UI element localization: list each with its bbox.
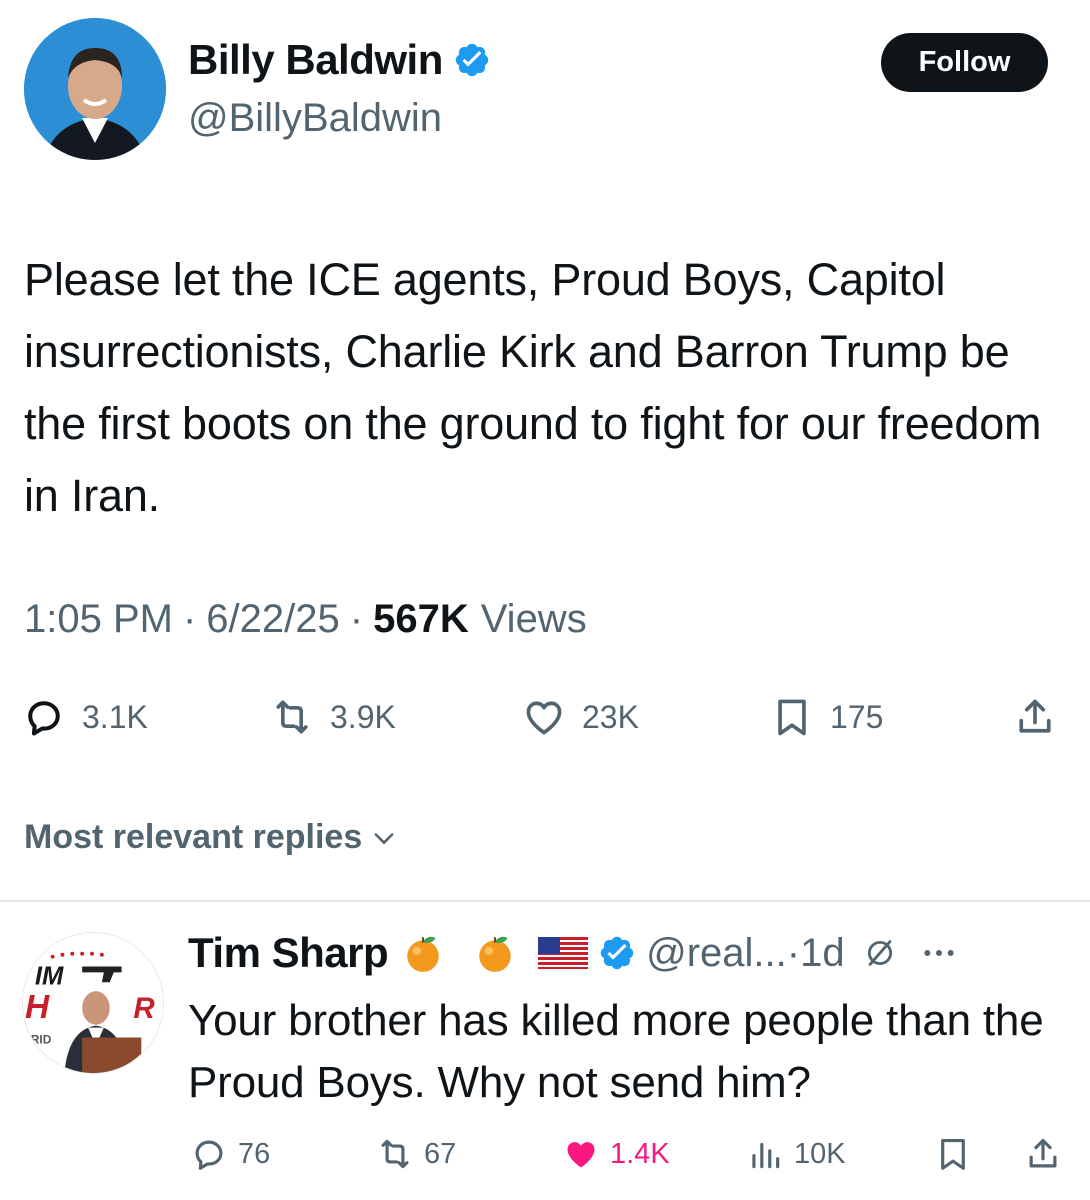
bookmark-icon — [778, 699, 806, 736]
views-label: Views — [480, 597, 587, 641]
tweet-text: Please let the ICE agents, Proud Boys, C… — [24, 254, 1042, 521]
bookmark-button[interactable]: 175 — [770, 695, 883, 739]
reply-author-avatar[interactable]: IM H R RID — [22, 932, 164, 1074]
meta-separator: · — [349, 597, 364, 641]
reply-icon — [195, 1140, 223, 1170]
reply-display-name[interactable]: Tim Sharp — [188, 929, 389, 977]
reply-like-count: 1.4K — [610, 1137, 670, 1170]
like-count: 23K — [582, 698, 639, 735]
author-display-name[interactable]: Billy Baldwin — [188, 36, 443, 84]
svg-text:H: H — [25, 989, 50, 1026]
replies-sort-toggle[interactable]: Most relevant replies — [24, 818, 398, 857]
reply-reply-count: 76 — [238, 1137, 271, 1170]
author-name-row: Billy Baldwin — [188, 36, 491, 84]
tweet-time[interactable]: 1:05 PM — [24, 597, 173, 642]
reply-time[interactable]: 1d — [800, 931, 845, 976]
heart-icon — [526, 701, 562, 735]
tweet-action-bar: 3.1K 3.9K 23K 175 — [0, 695, 1090, 747]
verified-badge-icon — [453, 41, 491, 79]
like-button[interactable]: 23K — [522, 695, 639, 739]
reply-repost-count: 67 — [424, 1137, 457, 1170]
section-divider — [0, 900, 1090, 902]
more-options-icon[interactable] — [919, 933, 959, 973]
reply-share-button[interactable] — [1024, 1135, 1062, 1173]
tangerine-emoji-icon — [407, 936, 439, 972]
reply-header: Tim Sharp @real... · 1d — [188, 925, 959, 981]
tweet-date[interactable]: 6/22/25 — [206, 597, 339, 642]
reply-views-count: 10K — [794, 1137, 846, 1170]
svg-text:IM: IM — [35, 962, 64, 990]
svg-text:RID: RID — [31, 1032, 52, 1046]
repost-count: 3.9K — [330, 698, 396, 735]
tweet-meta: 1:05 PM · 6/22/25 · 567K Views — [24, 597, 587, 642]
replies-sort-label: Most relevant replies — [24, 818, 363, 856]
tangerine-emoji-icon — [479, 936, 511, 972]
reply-time-separator: · — [786, 930, 801, 975]
author-handle[interactable]: @BillyBaldwin — [188, 96, 442, 141]
meta-separator: · — [182, 597, 197, 641]
repost-button[interactable]: 3.9K — [270, 695, 396, 739]
share-button[interactable] — [1013, 695, 1057, 739]
reply-reply-button[interactable]: 76 — [190, 1135, 270, 1173]
us-flag-emoji-icon — [538, 937, 589, 969]
bookmark-icon — [941, 1138, 965, 1170]
repost-icon — [276, 700, 308, 734]
follow-button[interactable]: Follow — [881, 33, 1048, 92]
bookmark-count: 175 — [830, 698, 884, 735]
reply-repost-button[interactable]: 67 — [376, 1135, 456, 1173]
grok-icon[interactable] — [863, 936, 897, 970]
share-icon — [1019, 699, 1051, 733]
author-avatar[interactable] — [24, 18, 166, 160]
reply-action-bar: 76 67 1.4K 10K — [0, 1135, 1090, 1179]
reply-handle[interactable]: @real... — [646, 931, 787, 976]
reply-button[interactable]: 3.1K — [22, 695, 148, 739]
reply-views-button[interactable]: 10K — [746, 1135, 846, 1173]
reply-bookmark-button[interactable] — [934, 1135, 972, 1173]
verified-badge-icon — [600, 936, 634, 970]
reply-like-button[interactable]: 1.4K — [562, 1135, 670, 1173]
heart-filled-icon — [567, 1142, 595, 1168]
svg-text:R: R — [133, 992, 155, 1025]
analytics-icon — [752, 1142, 780, 1169]
views-count: 567K — [373, 597, 469, 641]
reply-icon — [28, 701, 60, 736]
reply-count: 3.1K — [82, 698, 148, 735]
chevron-down-icon — [374, 832, 394, 844]
repost-icon — [381, 1139, 409, 1169]
reply-text: Your brother has killed more people than… — [188, 996, 1044, 1107]
share-icon — [1029, 1138, 1057, 1168]
